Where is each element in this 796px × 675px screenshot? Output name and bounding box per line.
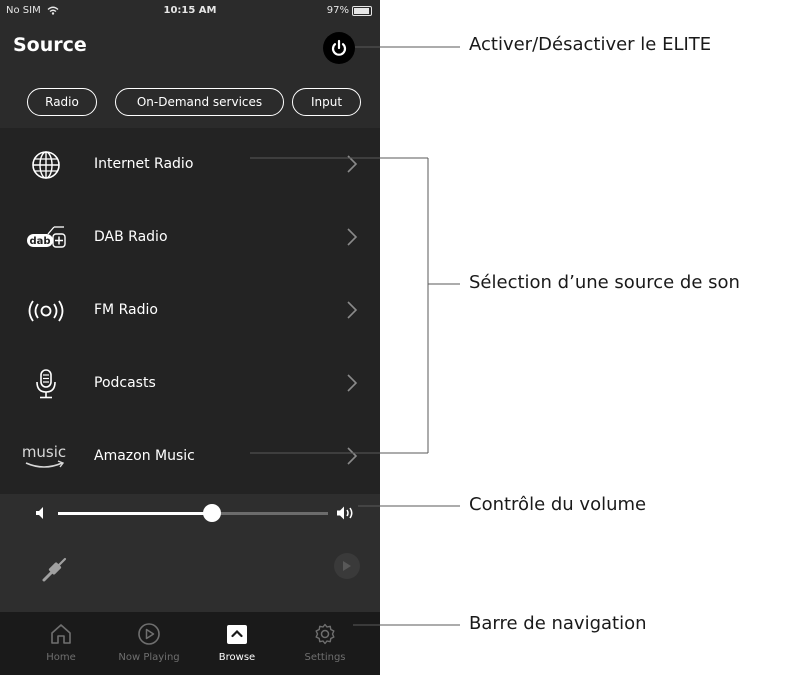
volume-slider[interactable] xyxy=(58,504,328,522)
page-title: Source xyxy=(13,34,87,56)
power-button[interactable] xyxy=(323,32,355,64)
battery-percent: 97% xyxy=(326,5,349,16)
annotation-navigation: Barre de navigation xyxy=(469,613,647,634)
tab-input[interactable]: Input xyxy=(292,88,361,116)
nav-home[interactable]: Home xyxy=(16,620,106,663)
amazon-music-logo-text: music xyxy=(22,443,66,461)
nav-browse[interactable]: Browse xyxy=(192,620,282,663)
svg-text:dab: dab xyxy=(29,236,50,247)
source-label: DAB Radio xyxy=(94,229,168,245)
source-item-internet-radio[interactable]: Internet Radio xyxy=(0,128,380,201)
clock: 10:15 AM xyxy=(163,5,217,16)
nav-label: Browse xyxy=(218,652,256,663)
source-label: Internet Radio xyxy=(94,156,194,172)
nav-now-playing[interactable]: Now Playing xyxy=(104,620,194,663)
chevron-right-icon xyxy=(347,374,358,392)
source-item-podcasts[interactable]: Podcasts xyxy=(0,347,380,420)
amazon-music-icon: music xyxy=(14,442,74,472)
input-plug-icon xyxy=(42,557,67,582)
annotation-volume: Contrôle du volume xyxy=(469,494,647,515)
volume-control xyxy=(0,494,380,612)
play-circle-icon xyxy=(104,620,194,648)
volume-high-icon xyxy=(337,506,353,520)
source-item-amazon-music[interactable]: music Amazon Music xyxy=(0,420,380,493)
volume-slider-fill xyxy=(58,512,212,515)
chevron-right-icon xyxy=(347,301,358,319)
chevron-right-icon xyxy=(347,447,358,465)
fm-broadcast-icon xyxy=(24,296,68,326)
chevron-right-icon xyxy=(347,228,358,246)
annotation-source: Sélection d’une source de son xyxy=(469,272,740,293)
home-icon xyxy=(16,620,106,648)
annotation-power: Activer/Désactiver le ELITE xyxy=(469,34,712,55)
browse-icon xyxy=(192,620,282,648)
source-item-dab-radio[interactable]: dab DAB Radio xyxy=(0,201,380,274)
power-icon xyxy=(331,39,347,56)
tab-radio[interactable]: Radio xyxy=(27,88,97,116)
source-label: Podcasts xyxy=(94,375,156,391)
globe-icon xyxy=(24,150,68,180)
microphone-icon xyxy=(24,369,68,399)
source-label: FM Radio xyxy=(94,302,158,318)
nav-label: Settings xyxy=(304,652,346,663)
tab-on-demand-services[interactable]: On-Demand services xyxy=(115,88,284,116)
play-button[interactable] xyxy=(334,553,360,579)
source-item-fm-radio[interactable]: FM Radio xyxy=(0,274,380,347)
phone-screen: No SIM 10:15 AM 97% Source Radio On-Dema… xyxy=(0,0,380,675)
gear-icon xyxy=(280,620,370,648)
nav-label: Now Playing xyxy=(118,652,180,663)
status-bar: No SIM 10:15 AM 97% xyxy=(0,0,380,22)
source-label: Amazon Music xyxy=(94,448,195,464)
chevron-right-icon xyxy=(347,155,358,173)
play-icon xyxy=(343,561,351,571)
nav-settings[interactable]: Settings xyxy=(280,620,370,663)
battery-status: 97% xyxy=(327,5,372,16)
navigation-bar: Home Now Playing Browse Settings xyxy=(0,612,380,675)
battery-icon xyxy=(352,5,372,16)
volume-slider-handle[interactable] xyxy=(202,504,221,522)
dab-plus-icon: dab xyxy=(24,223,68,253)
nav-label: Home xyxy=(46,652,76,663)
source-list: Internet Radio dab DAB Radio FM Radio Po… xyxy=(0,128,380,494)
volume-low-icon xyxy=(36,507,43,519)
